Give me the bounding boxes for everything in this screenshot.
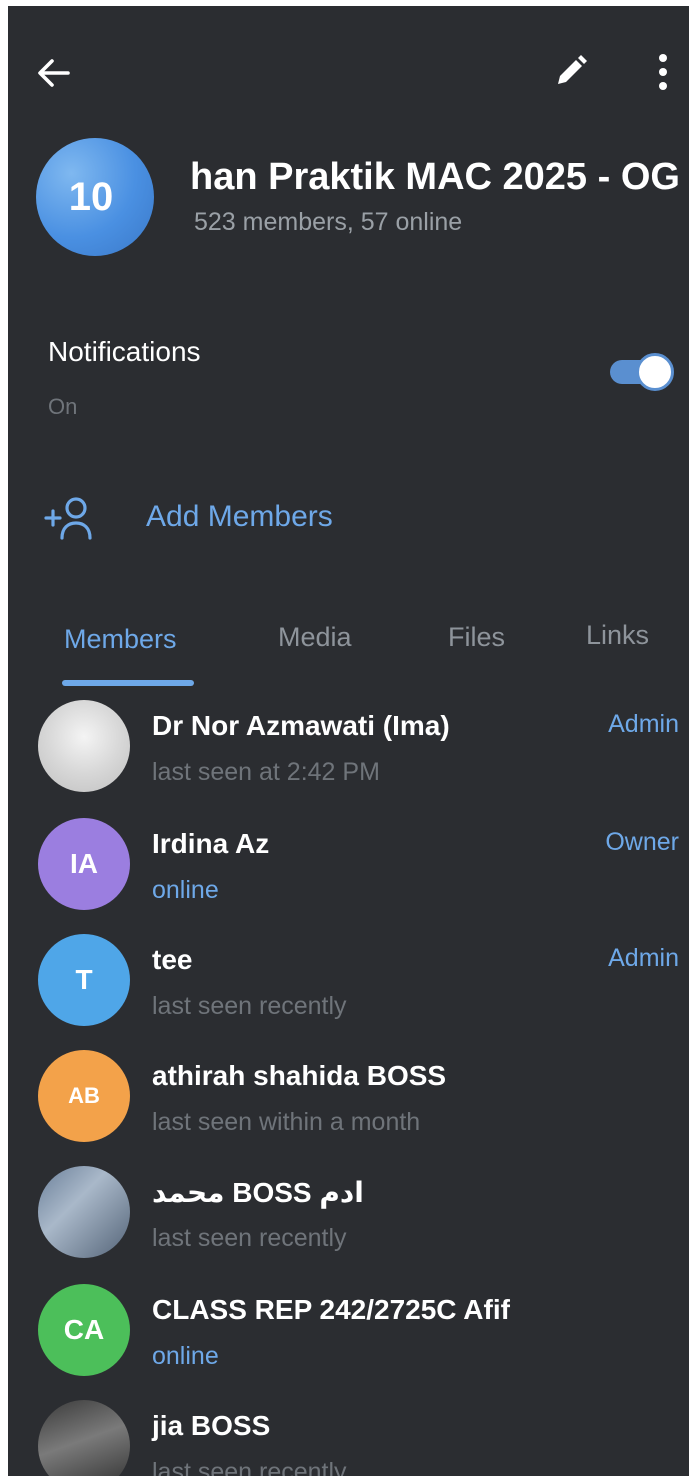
add-person-icon bbox=[44, 497, 92, 540]
tab-bar: Members Media Files Links bbox=[8, 606, 689, 696]
member-name: Dr Nor Azmawati (Ima) bbox=[152, 710, 450, 741]
avatar-initials: T bbox=[75, 964, 93, 995]
member-name: athirah shahida BOSS bbox=[152, 1060, 447, 1091]
group-title: han Praktik MAC 2025 - OG bbox=[190, 156, 680, 198]
notifications-value: On bbox=[48, 394, 78, 419]
back-button[interactable] bbox=[34, 52, 76, 94]
list-item[interactable]: AB athirah shahida BOSS last seen within… bbox=[8, 1046, 689, 1162]
notifications-label: Notifications bbox=[48, 336, 201, 367]
active-tab-indicator bbox=[62, 680, 194, 686]
member-status: online bbox=[152, 1342, 219, 1370]
edit-button[interactable] bbox=[548, 50, 592, 94]
avatar: CA bbox=[38, 1284, 130, 1376]
member-status: last seen recently bbox=[152, 1224, 347, 1252]
group-info-screen: 10 han Praktik MAC 2025 - OG 523 members… bbox=[8, 6, 689, 1476]
avatar-initials: IA bbox=[70, 848, 98, 879]
list-item[interactable]: IA Irdina Az online Owner bbox=[8, 814, 689, 930]
tab-files[interactable]: Files bbox=[448, 622, 505, 653]
member-name: Irdina Az bbox=[152, 828, 270, 859]
toggle-knob bbox=[636, 353, 674, 391]
more-vertical-icon bbox=[659, 54, 667, 90]
tab-links[interactable]: Links bbox=[586, 620, 649, 651]
member-status: last seen recently bbox=[152, 992, 347, 1020]
member-role: Admin bbox=[608, 710, 679, 738]
notifications-toggle[interactable] bbox=[608, 352, 680, 392]
list-item[interactable]: jia BOSS last seen recently bbox=[8, 1396, 689, 1476]
pencil-icon bbox=[558, 55, 587, 84]
member-status: last seen recently bbox=[152, 1458, 347, 1476]
tab-members[interactable]: Members bbox=[64, 624, 177, 655]
list-item[interactable]: Dr Nor Azmawati (Ima) last seen at 2:42 … bbox=[8, 696, 689, 812]
member-status: last seen at 2:42 PM bbox=[152, 758, 380, 786]
member-role: Admin bbox=[608, 944, 679, 972]
list-item[interactable]: T tee last seen recently Admin bbox=[8, 930, 689, 1046]
avatar bbox=[38, 1166, 130, 1258]
avatar: IA bbox=[38, 818, 130, 910]
member-name: محمد BOSS ادم bbox=[152, 1177, 364, 1208]
avatar: AB bbox=[38, 1050, 130, 1142]
group-member-count: 523 members, 57 online bbox=[194, 208, 463, 236]
member-name: jia BOSS bbox=[152, 1410, 271, 1441]
add-members-label: Add Members bbox=[146, 500, 333, 533]
avatar-initials: AB bbox=[68, 1083, 100, 1108]
avatar bbox=[38, 1400, 130, 1476]
member-status: online bbox=[152, 876, 219, 904]
notifications-row[interactable]: Notifications On bbox=[8, 316, 689, 436]
list-item[interactable]: محمد BOSS ادم last seen recently bbox=[8, 1162, 689, 1278]
tab-media[interactable]: Media bbox=[278, 622, 352, 653]
list-item[interactable]: CA CLASS REP 242/2725C Afif online bbox=[8, 1280, 689, 1396]
avatar-initials: CA bbox=[63, 1314, 105, 1345]
member-name: tee bbox=[152, 944, 193, 975]
member-status: last seen within a month bbox=[152, 1108, 421, 1136]
arrow-left-icon bbox=[38, 59, 70, 87]
group-avatar[interactable]: 10 bbox=[36, 138, 154, 256]
member-role: Owner bbox=[605, 828, 679, 856]
group-avatar-text: 10 bbox=[68, 174, 114, 219]
more-options-button[interactable] bbox=[648, 48, 678, 96]
add-members-row[interactable]: Add Members bbox=[8, 484, 689, 554]
avatar: T bbox=[38, 934, 130, 1026]
avatar bbox=[38, 700, 130, 792]
member-name: CLASS REP 242/2725C Afif bbox=[152, 1294, 510, 1325]
